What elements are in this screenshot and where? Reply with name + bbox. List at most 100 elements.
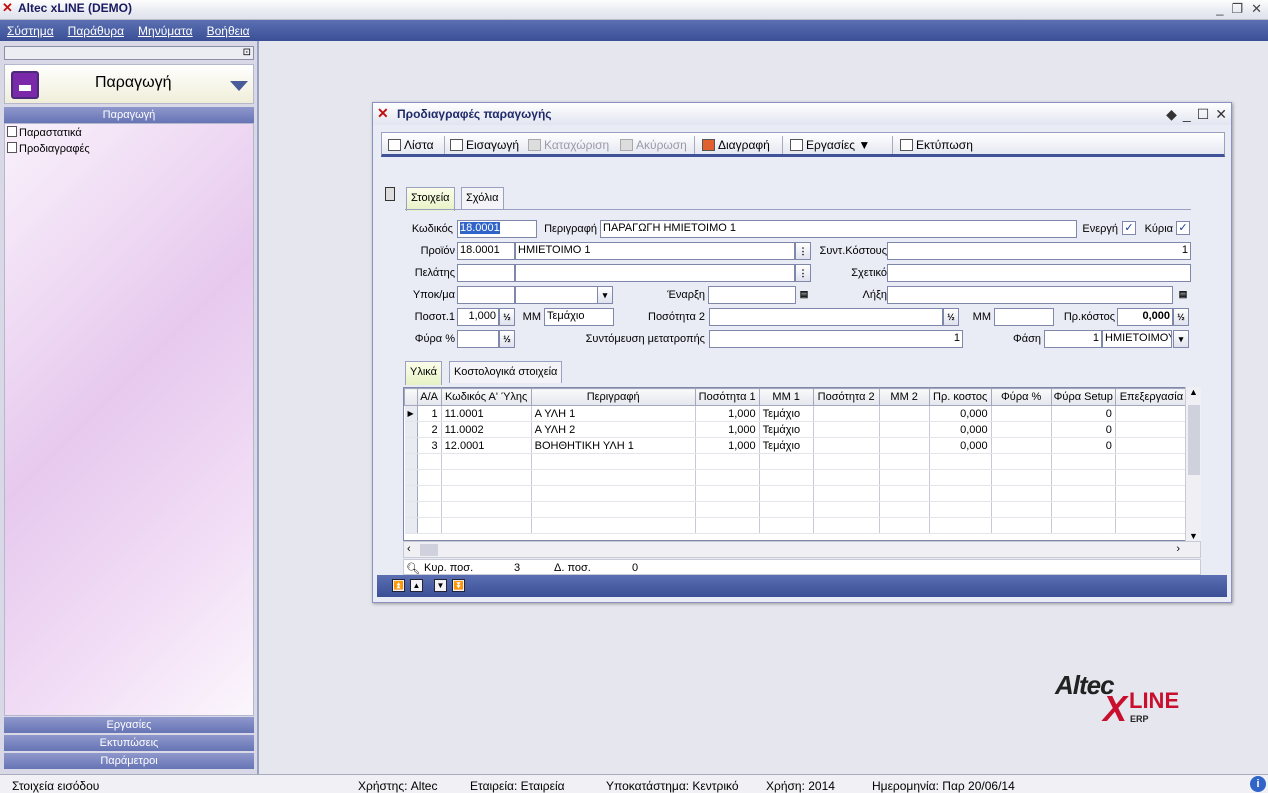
tab-comments[interactable]: Σχόλια	[461, 187, 504, 209]
table-cell[interactable]	[879, 485, 930, 502]
close-icon[interactable]: ✕	[1251, 1, 1262, 16]
table-cell[interactable]	[1115, 501, 1188, 518]
close-icon[interactable]: ✕	[1215, 106, 1227, 122]
phase-name-field[interactable]: ΗΜΙΕΤΟΙΜΟΥ	[1102, 330, 1172, 348]
table-cell[interactable]	[991, 485, 1052, 502]
table-cell[interactable]	[441, 517, 532, 534]
table-cell[interactable]: 0,000	[929, 437, 992, 454]
table-cell[interactable]	[695, 517, 760, 534]
table-cell[interactable]: 12.0001	[441, 437, 532, 454]
table-cell[interactable]	[695, 485, 760, 502]
scroll-up-icon[interactable]: ▲	[1186, 387, 1201, 397]
first-record-icon[interactable]: ⏫	[392, 579, 405, 592]
table-cell[interactable]	[417, 517, 442, 534]
table-cell[interactable]	[695, 469, 760, 486]
table-cell[interactable]: 11.0002	[441, 421, 532, 438]
table-cell[interactable]	[991, 517, 1052, 534]
model-select[interactable]	[515, 286, 599, 304]
table-row[interactable]	[404, 485, 1188, 502]
grid-header[interactable]: Κωδικός Α' Ύλης	[440, 388, 532, 406]
calculator-icon[interactable]	[385, 187, 395, 201]
menu-windows[interactable]: Παράθυρα	[68, 24, 124, 38]
calendar-icon[interactable]: ▤	[1175, 286, 1191, 304]
customer-name-field[interactable]	[515, 264, 795, 282]
table-cell[interactable]	[991, 421, 1052, 438]
scroll-left-icon[interactable]: ‹	[407, 543, 411, 555]
mm2-field[interactable]	[994, 308, 1054, 326]
tab-costing[interactable]: Κοστολογικά στοιχεία	[449, 361, 563, 383]
grid-header[interactable]: Φύρα Setup	[1050, 388, 1116, 406]
previous-record-icon[interactable]: ▲	[410, 579, 423, 592]
table-cell[interactable]	[1051, 501, 1116, 518]
table-cell[interactable]	[991, 469, 1052, 486]
table-cell[interactable]	[813, 405, 880, 422]
sidebar-section-production[interactable]: Παραγωγή	[4, 107, 254, 123]
table-cell[interactable]	[813, 421, 880, 438]
menu-help[interactable]: Βοήθεια	[207, 24, 250, 38]
table-cell[interactable]	[531, 501, 696, 518]
sidebar-section-parameters[interactable]: Παράμετροι	[4, 753, 254, 769]
minimize-icon[interactable]: _	[1216, 1, 1223, 16]
table-cell[interactable]: 0,000	[929, 405, 992, 422]
table-cell[interactable]	[1115, 517, 1188, 534]
table-cell[interactable]: 3	[417, 437, 442, 454]
end-date-field[interactable]	[887, 286, 1173, 304]
delete-button[interactable]: Διαγραφή	[702, 138, 770, 152]
table-cell[interactable]	[991, 405, 1052, 422]
pin-icon[interactable]: ⊡	[243, 47, 251, 58]
table-cell[interactable]	[929, 517, 992, 534]
table-cell[interactable]	[879, 453, 930, 470]
search-icon[interactable]: 🔍︎	[406, 562, 420, 575]
table-cell[interactable]	[759, 469, 814, 486]
qty2-fraction-button[interactable]: ½	[943, 308, 959, 326]
table-row[interactable]: 2 11.0002 Α ΥΛΗ 2 1,000 Τεμάχιο 0,000 0	[404, 421, 1188, 438]
grid-header[interactable]: Α/Α	[416, 388, 442, 406]
table-cell[interactable]	[929, 469, 992, 486]
restore-icon[interactable]: ❐	[1231, 1, 1243, 16]
table-row[interactable]	[404, 517, 1188, 534]
table-cell[interactable]	[1115, 469, 1188, 486]
table-row[interactable]	[404, 453, 1188, 470]
table-cell[interactable]	[879, 421, 930, 438]
table-cell[interactable]	[879, 517, 930, 534]
conversion-field[interactable]: 1	[709, 330, 963, 348]
table-cell[interactable]	[759, 517, 814, 534]
table-cell[interactable]	[531, 453, 696, 470]
grid-vertical-scrollbar[interactable]: ▲ ▼	[1185, 387, 1201, 541]
grid-header[interactable]: Πρ. κοστος	[928, 388, 992, 406]
table-cell[interactable]	[813, 469, 880, 486]
minimize-icon[interactable]: _	[1183, 106, 1191, 122]
phase-dropdown-button[interactable]: ▾	[1173, 330, 1189, 348]
table-cell[interactable]	[813, 501, 880, 518]
table-cell[interactable]	[695, 501, 760, 518]
grid-header[interactable]: ΜΜ 2	[878, 388, 930, 406]
table-cell[interactable]	[991, 501, 1052, 518]
table-cell[interactable]	[1051, 453, 1116, 470]
qty2-field[interactable]	[709, 308, 943, 326]
table-cell[interactable]	[929, 485, 992, 502]
table-cell[interactable]: 1,000	[695, 405, 760, 422]
tab-materials[interactable]: Υλικά	[405, 361, 443, 385]
table-cell[interactable]	[991, 453, 1052, 470]
table-cell[interactable]	[1115, 421, 1188, 438]
table-cell[interactable]: 1,000	[695, 437, 760, 454]
table-cell[interactable]: 1,000	[695, 421, 760, 438]
code-field[interactable]: 18.0001	[457, 220, 537, 238]
table-cell[interactable]: Α ΥΛΗ 2	[531, 421, 696, 438]
table-cell[interactable]	[531, 469, 696, 486]
table-cell[interactable]: 0,000	[929, 421, 992, 438]
table-cell[interactable]: 1	[417, 405, 442, 422]
qty1-field[interactable]: 1,000	[457, 308, 499, 326]
qty1-fraction-button[interactable]: ½	[499, 308, 515, 326]
table-cell[interactable]	[879, 501, 930, 518]
table-cell[interactable]	[759, 453, 814, 470]
model-dropdown-button[interactable]: ▾	[597, 286, 613, 304]
scroll-right-icon[interactable]: ›	[1176, 543, 1180, 555]
table-row[interactable]	[404, 501, 1188, 518]
next-record-icon[interactable]: ▼	[434, 579, 447, 592]
menu-messages[interactable]: Μηνύματα	[138, 24, 193, 38]
table-row[interactable]: 3 12.0001 ΒΟΗΘΗΤΙΚΗ ΥΛΗ 1 1,000 Τεμάχιο 0,000…	[404, 437, 1188, 454]
cost-factor-field[interactable]: 1	[887, 242, 1191, 260]
table-cell[interactable]	[441, 453, 532, 470]
table-cell[interactable]	[929, 453, 992, 470]
